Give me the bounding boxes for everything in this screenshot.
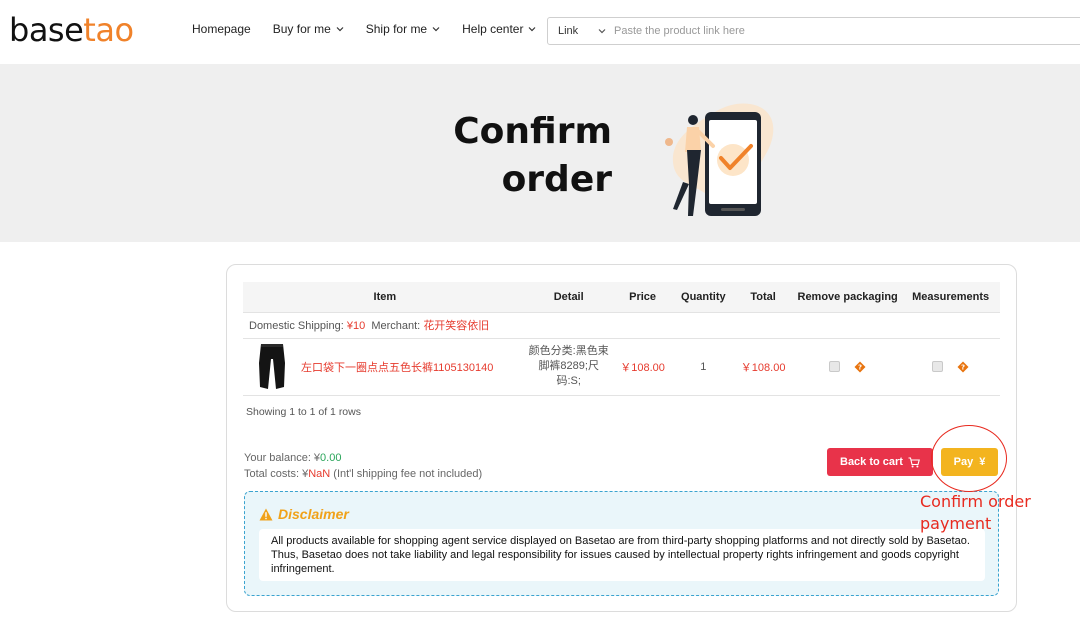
balance-value: 0.00: [320, 452, 342, 464]
disclaimer-text: All products available for shopping agen…: [259, 529, 985, 581]
total-costs-value: NaN: [308, 468, 331, 480]
chevron-down-icon: [598, 29, 606, 34]
disclaimer-box: Disclaimer All products available for sh…: [244, 491, 999, 596]
product-thumbnail[interactable]: [257, 343, 287, 391]
nav-ship-for-me[interactable]: Ship for me: [366, 22, 440, 36]
product-quantity: 1: [674, 338, 733, 396]
help-icon[interactable]: ?: [854, 361, 866, 373]
page-banner: Confirm order: [0, 64, 1080, 242]
chevron-down-icon: [336, 27, 344, 32]
col-quantity: Quantity: [674, 282, 733, 313]
table-row: 左口袋下一圈点点五色长裤1105130140 颜色分类:黑色束脚裤8289;尺码…: [243, 338, 1000, 396]
pagination-info: Showing 1 to 1 of 1 rows: [246, 406, 361, 418]
annotation-label: Confirm order payment: [920, 492, 1031, 533]
confirm-order-illustration: [665, 103, 774, 216]
table-header-row: Item Detail Price Quantity Total Remove …: [243, 282, 1000, 313]
product-link-search: Link: [547, 17, 1080, 45]
balance-line: Your balance: ¥0.00: [244, 452, 342, 464]
disclaimer-heading: Disclaimer: [259, 506, 349, 522]
chevron-down-icon: [432, 27, 440, 32]
col-remove-packaging: Remove packaging: [794, 282, 902, 313]
order-table: Item Detail Price Quantity Total Remove …: [243, 282, 1000, 396]
main-nav: Homepage Buy for me Ship for me Help cen…: [192, 22, 536, 36]
merchant-label: Merchant:: [371, 320, 421, 332]
product-link-input[interactable]: [612, 25, 1080, 37]
search-type-select[interactable]: Link: [548, 25, 612, 37]
header: basetao Homepage Buy for me Ship for me …: [0, 0, 1080, 64]
product-total: ￥108.00: [732, 338, 794, 396]
col-item: Item: [243, 282, 527, 313]
chevron-down-icon: [529, 27, 536, 32]
col-detail: Detail: [526, 282, 611, 313]
merchant-name[interactable]: 花开笑容依旧: [423, 320, 489, 332]
nav-buy-for-me[interactable]: Buy for me: [273, 22, 344, 36]
col-measurements: Measurements: [901, 282, 1000, 313]
back-to-cart-button[interactable]: Back to cart: [827, 448, 933, 476]
total-costs-line: Total costs: ¥NaN (Int'l shipping fee no…: [244, 468, 483, 480]
help-icon[interactable]: ?: [957, 361, 969, 373]
shipping-label: Domestic Shipping:: [249, 320, 344, 332]
col-total: Total: [732, 282, 794, 313]
order-summary: Your balance: ¥0.00 Total costs: ¥NaN (I…: [244, 450, 482, 482]
nav-help-center[interactable]: Help center: [462, 22, 536, 36]
basetao-logo[interactable]: basetao: [9, 8, 134, 52]
merchant-row: Domestic Shipping: ¥10 Merchant: 花开笑容依旧: [243, 312, 1000, 339]
warning-icon: [259, 508, 273, 520]
col-price: Price: [610, 282, 675, 313]
svg-text:?: ?: [858, 363, 862, 371]
product-price: ￥108.00: [610, 338, 675, 396]
shipping-value: ¥10: [346, 320, 366, 332]
cart-icon: [908, 456, 920, 467]
page-title: Confirm order: [453, 111, 612, 200]
product-name-link[interactable]: 左口袋下一圈点点五色长裤1105130140: [301, 359, 493, 375]
nav-homepage[interactable]: Homepage: [192, 22, 251, 36]
remove-packaging-checkbox[interactable]: [829, 361, 841, 373]
order-card: Item Detail Price Quantity Total Remove …: [226, 264, 1017, 612]
product-detail: 颜色分类:黑色束脚裤8289;尺码:S;: [528, 345, 609, 387]
measurements-checkbox[interactable]: [932, 361, 944, 373]
annotation-circle: [931, 425, 1007, 492]
svg-text:?: ?: [961, 363, 965, 371]
